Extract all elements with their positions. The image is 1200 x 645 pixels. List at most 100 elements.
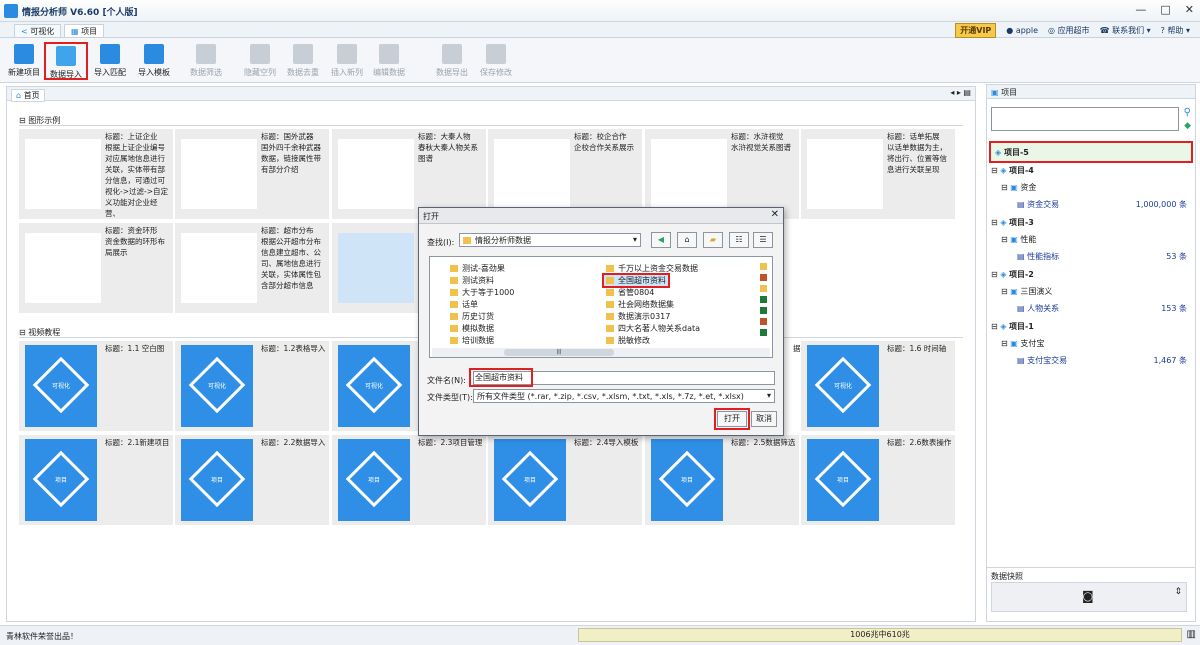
file-item[interactable]: 测试资料	[450, 275, 494, 286]
example-thumbnail	[651, 139, 727, 209]
example-card[interactable]: 标题：国外武器 国外四千余种武器数据，链接属性带有部分介绍	[175, 129, 329, 219]
status-text: 青林软件荣誉出品！	[6, 632, 78, 641]
video-card[interactable]: 可视化 标题：1.2表格导入	[175, 341, 329, 431]
file-item[interactable]: 社会网络数据集	[606, 299, 674, 310]
tree-project-3[interactable]: ⊟ ◈ 项目-3	[991, 217, 1187, 228]
file-item[interactable]: 数据演示0317	[606, 311, 670, 322]
tree-table-fund-transactions[interactable]: ▤ 资金交易 1,000,000 条	[1017, 199, 1187, 210]
video-card[interactable]: 项目 标题：2.2数据导入	[175, 435, 329, 525]
file-item[interactable]: 话单	[450, 299, 478, 310]
video-card[interactable]: 项目 标题：2.1新建项目	[19, 435, 173, 525]
maximize-button[interactable]: □	[1160, 3, 1170, 16]
horizontal-scrollbar[interactable]: |||	[432, 348, 770, 357]
home-tab[interactable]: ⌂ 首页	[11, 89, 45, 102]
app-market-link[interactable]: ◎ 应用超市	[1048, 25, 1090, 36]
scroll-thumb[interactable]: |||	[504, 349, 614, 356]
open-button[interactable]: 打开	[714, 408, 750, 430]
cancel-button[interactable]: 取消	[751, 411, 777, 427]
import-template-button[interactable]: 导入模板	[132, 42, 176, 80]
title-bar: 情报分析师 V6.60 [个人版] — □ ✕	[0, 0, 1200, 22]
tree-table-performance-metrics[interactable]: ▤ 性能指标 53 条	[1017, 251, 1187, 262]
file-item[interactable]: 培训数据	[450, 335, 494, 346]
export-data-button[interactable]: 数据导出	[430, 42, 474, 80]
new-folder-button[interactable]: ▰	[703, 232, 723, 248]
video-card[interactable]: 项目 标题：2.5数据筛选	[645, 435, 799, 525]
search-icon[interactable]: ⚲	[1184, 107, 1191, 118]
up-folder-button[interactable]: ⌂	[677, 232, 697, 248]
tree-project-4[interactable]: ⊟ ◈ 项目-4	[991, 165, 1187, 176]
tag-icon[interactable]: ◆	[1184, 121, 1191, 131]
tab-project[interactable]: ▦ 项目	[64, 24, 105, 37]
edit-data-button[interactable]: 编辑数据	[367, 42, 411, 80]
import-data-button[interactable]: 数据导入	[44, 42, 88, 80]
details-view-button[interactable]: ☰	[753, 232, 773, 248]
filter-button[interactable]: 数据筛选	[184, 42, 228, 80]
tree-table-relations[interactable]: ▤ 人物关系 153 条	[1017, 303, 1187, 314]
snapshot-area[interactable]: ◙ ⇕	[991, 582, 1187, 612]
tree-category-three-kingdoms[interactable]: ⊟ ▣ 三国演义	[1001, 286, 1187, 297]
example-card[interactable]	[332, 223, 420, 313]
tree-project-1[interactable]: ⊟ ◈ 项目-1	[991, 321, 1187, 332]
hide-empty-columns-button[interactable]: 隐藏空列	[238, 42, 282, 80]
folder-icon: ▣	[991, 88, 999, 97]
example-card[interactable]: 标题：上证企业 根据上证企业编号对应属地信息进行关联，实体带有部分信息，可通过可视…	[19, 129, 173, 219]
file-list[interactable]: 测试-喜劲果 测试资料 大于等于1000 话单 历史订货 模拟数据 培训数据 千…	[429, 256, 773, 358]
minimize-button[interactable]: —	[1135, 3, 1146, 16]
camera-icon[interactable]: ◙	[1082, 589, 1094, 603]
file-item-selected[interactable]: 全国超市资料	[602, 273, 670, 288]
video-card[interactable]: 可视化 标题：1.1 空白图	[19, 341, 173, 431]
project-search-input[interactable]	[991, 107, 1179, 131]
stack-icon: ◈	[1000, 270, 1007, 279]
trash-icon[interactable]: ▥	[1187, 629, 1196, 640]
snapshot-scroll-icon[interactable]: ⇕	[1174, 587, 1182, 597]
excel-file-icons	[760, 263, 767, 347]
video-card[interactable]: 项目 标题：2.3项目管理	[332, 435, 486, 525]
filetype-select[interactable]: 所有文件类型 (*.rar, *.zip, *.csv, *.xlsm, *.t…	[473, 389, 775, 403]
video-card[interactable]: 项目 标题：2.6数表操作	[801, 435, 955, 525]
new-project-button[interactable]: 新建项目	[2, 42, 46, 80]
tree-project-5[interactable]: ◈ 项目-5	[995, 147, 1185, 158]
tab-visualization[interactable]: < 可视化	[14, 24, 62, 37]
dialog-close-button[interactable]: ✕	[771, 209, 779, 220]
file-item[interactable]: 测试-喜劲果	[450, 263, 505, 274]
example-thumbnail	[25, 233, 101, 303]
video-card[interactable]: 可视化 标题：1.6 时间轴	[801, 341, 955, 431]
project-tab[interactable]: ▣ 项目	[991, 87, 1017, 98]
video-card[interactable]: 项目 标题：2.4导入模板	[488, 435, 642, 525]
import-match-button[interactable]: 导入匹配	[88, 42, 132, 80]
save-changes-button[interactable]: 保存修改	[474, 42, 518, 80]
list-view-button[interactable]: ☷	[729, 232, 749, 248]
video-card[interactable]: 可视化	[332, 341, 420, 431]
table-icon: ▤	[1017, 356, 1025, 365]
insert-column-button[interactable]: 插入新列	[325, 42, 369, 80]
lookin-select[interactable]: 情报分析师数据 ▾	[459, 233, 641, 247]
tree-project-2[interactable]: ⊟ ◈ 项目-2	[991, 269, 1187, 280]
file-item[interactable]: 省管0804	[606, 287, 654, 298]
tree-category-alipay[interactable]: ⊟ ▣ 支付宝	[1001, 338, 1187, 349]
tree-category-performance[interactable]: ⊟ ▣ 性能	[1001, 234, 1187, 245]
file-item[interactable]: 四大名著人物关系data	[606, 323, 700, 334]
example-card[interactable]: 标题：校企合作 企校合作关系展示	[488, 129, 642, 219]
example-card[interactable]: 标题：资金环形 资金数据的环形布局展示	[19, 223, 173, 313]
dedupe-button[interactable]: 数据去重	[281, 42, 325, 80]
example-card[interactable]: 标题：话单拓展 以话单数据为主，将出行、位置等信息进行关联呈现	[801, 129, 955, 219]
tree-table-alipay-transactions[interactable]: ▤ 支付宝交易 1,467 条	[1017, 355, 1187, 366]
close-button[interactable]: ✕	[1185, 3, 1194, 16]
filename-value[interactable]: 全国超市资料	[469, 368, 533, 387]
vip-button[interactable]: 开通VIP	[955, 23, 997, 38]
tab-nav-arrows[interactable]: ◂ ▸ ▤	[950, 88, 971, 97]
example-card[interactable]: 标题：水浒视觉 水浒视觉关系图谱	[645, 129, 799, 219]
help-link[interactable]: ? 帮助 ▾	[1161, 25, 1190, 36]
example-card[interactable]: 标题：大秦人物 春秋大秦人物关系图谱	[332, 129, 486, 219]
file-item[interactable]: 历史订货	[450, 311, 494, 322]
file-item[interactable]: 脱敏修改	[606, 335, 650, 346]
file-item[interactable]: 大于等于1000	[450, 287, 514, 298]
user-link[interactable]: ● apple	[1006, 26, 1038, 35]
example-card[interactable]: 标题：超市分布 根据公开超市分布信息建立超市、公司、属地信息进行关联，实体属性包含…	[175, 223, 329, 313]
back-button[interactable]: ◀	[651, 232, 671, 248]
contact-link[interactable]: ☎ 联系我们 ▾	[1100, 25, 1151, 36]
tree-category-funds[interactable]: ⊟ ▣ 资金	[1001, 182, 1187, 193]
file-item[interactable]: 模拟数据	[450, 323, 494, 334]
new-folder-icon: ▰	[709, 235, 717, 244]
check-doc-icon	[100, 44, 120, 64]
